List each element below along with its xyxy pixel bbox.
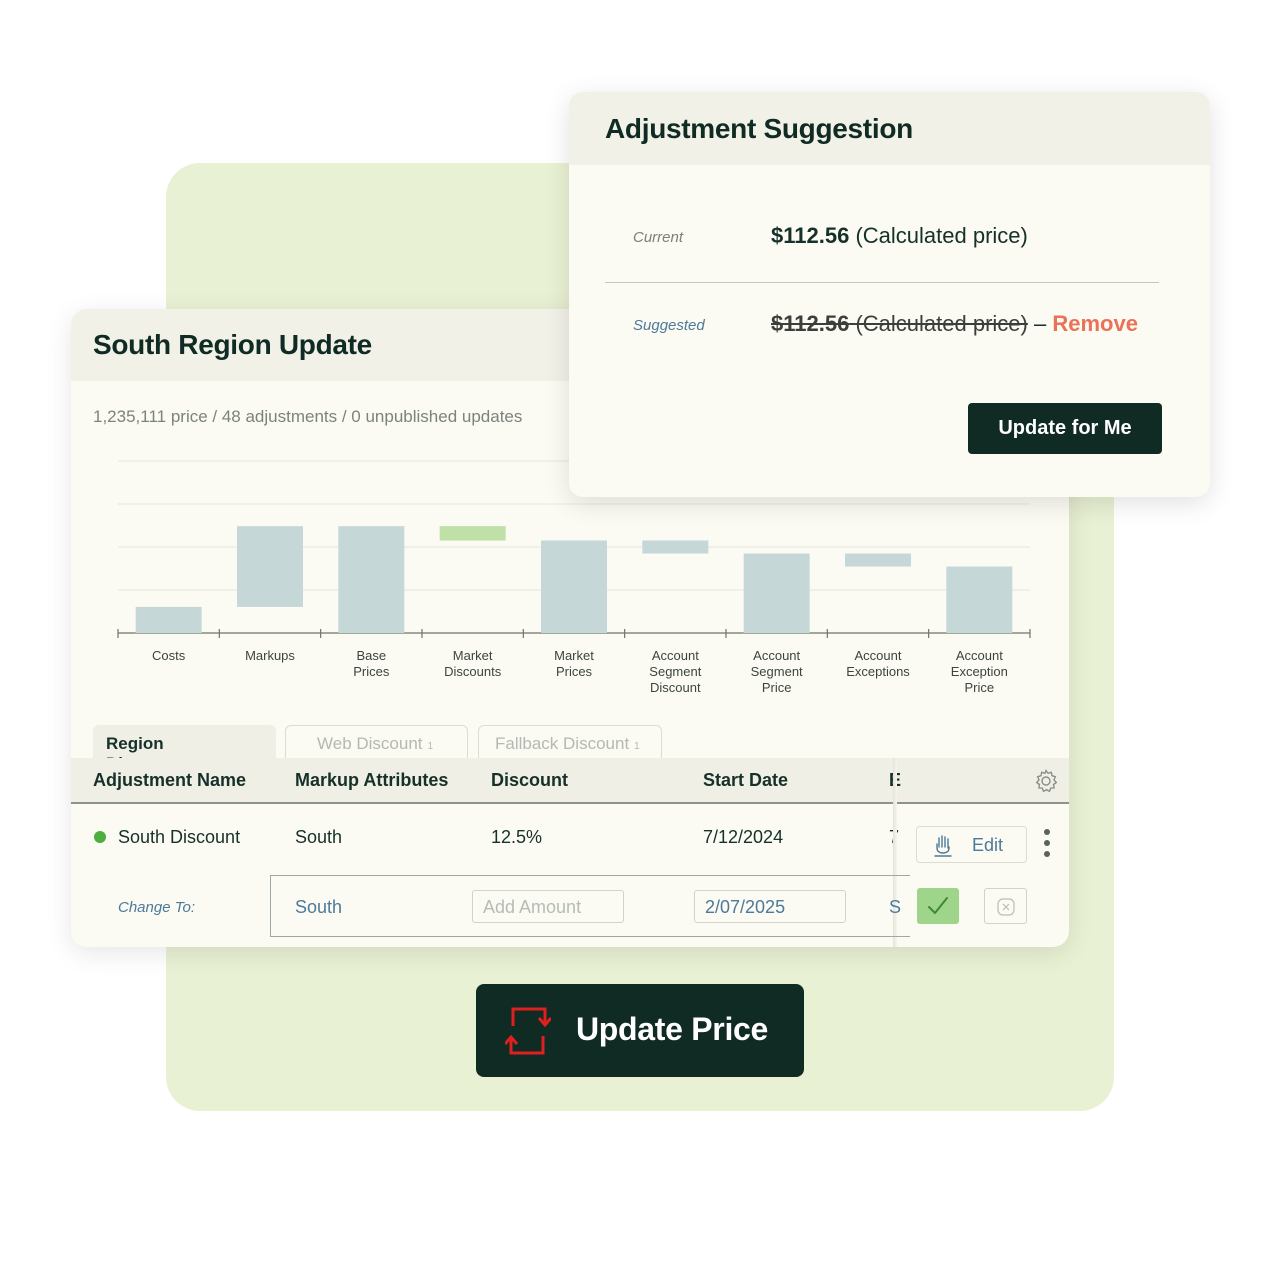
- edit-label: Edit: [972, 835, 1004, 855]
- x-tick-label: Discount: [650, 680, 701, 695]
- remove-link[interactable]: Remove: [1052, 311, 1138, 336]
- tab-label: Web Discount: [317, 734, 423, 753]
- refresh-icon: [505, 1007, 551, 1055]
- chart-bar: [439, 526, 506, 541]
- x-tick-label: Exceptions: [846, 664, 910, 679]
- check-icon: [928, 897, 948, 914]
- column-adjustment-name[interactable]: Adjustment Name: [93, 770, 246, 791]
- suggested-note: (Calculated price): [855, 311, 1028, 336]
- x-tick-label: Markups: [245, 648, 295, 663]
- x-tick-label: Account: [956, 648, 1003, 663]
- gear-icon[interactable]: [1033, 768, 1059, 794]
- cancel-button[interactable]: [984, 888, 1027, 924]
- chart-bar: [135, 606, 202, 633]
- column-start-date[interactable]: Start Date: [703, 770, 788, 791]
- x-tick-label: Market: [453, 648, 493, 663]
- tab-label: Fallback Discount: [495, 734, 630, 753]
- x-tick-label: Base: [357, 648, 387, 663]
- start-date: 7/12/2024: [703, 827, 784, 847]
- markup-attribute: South: [295, 827, 343, 847]
- x-tick-label: Exception: [951, 664, 1008, 679]
- chart-bar: [743, 553, 810, 633]
- x-tick-label: Prices: [556, 664, 593, 679]
- x-tick-label: Account: [753, 648, 800, 663]
- chart-bar: [338, 526, 405, 633]
- change-attribute[interactable]: South: [295, 897, 342, 918]
- card-header: Adjustment Suggestion: [569, 92, 1210, 165]
- adjustment-suggestion-card: Adjustment Suggestion Current $112.56 (C…: [569, 92, 1210, 497]
- x-tick-label: Segment: [751, 664, 803, 679]
- change-to-label: Change To:: [118, 899, 196, 916]
- discount-value: 12.5%: [491, 827, 543, 847]
- x-tick-label: Account: [652, 648, 699, 663]
- tab-count: 1: [427, 741, 434, 752]
- edit-button[interactable]: Edit: [916, 826, 1027, 863]
- start-date-input[interactable]: 2/07/2025: [694, 890, 846, 923]
- tab-region-discounts[interactable]: Region Discounts12: [93, 725, 276, 773]
- status-dot: [94, 831, 106, 843]
- x-tick-label: Price: [965, 680, 995, 695]
- kebab-icon[interactable]: [1044, 829, 1050, 861]
- dash: –: [1033, 311, 1047, 336]
- amount-input[interactable]: Add Amount: [472, 890, 624, 923]
- current-price: $112.56: [771, 223, 850, 248]
- update-price-button[interactable]: Update Price: [476, 984, 804, 1077]
- suggested-price: $112.56: [771, 311, 850, 336]
- current-label: Current: [633, 229, 684, 246]
- column-discount[interactable]: Discount: [491, 770, 568, 791]
- x-tick-label: Segment: [649, 664, 701, 679]
- x-tick-label: Market: [554, 648, 594, 663]
- tab-count: 1: [634, 741, 640, 752]
- current-note: (Calculated price): [855, 223, 1028, 248]
- current-price-line: $112.56 (Calculated price): [771, 223, 1028, 249]
- confirm-button[interactable]: [917, 888, 959, 924]
- close-icon: [997, 898, 1015, 916]
- tab-fallback-discount[interactable]: Fallback Discount 1: [478, 725, 662, 759]
- adjustment-name: South Discount: [118, 827, 241, 847]
- summary-text: 1,235,111 price / 48 adjustments / 0 unp…: [93, 407, 523, 426]
- chart-bar: [237, 526, 303, 607]
- update-for-me-button[interactable]: Update for Me: [968, 403, 1162, 454]
- chart-bar: [946, 566, 1013, 633]
- update-price-label: Update Price: [576, 1011, 769, 1047]
- page-title: South Region Update: [93, 329, 372, 360]
- x-tick-label: Costs: [152, 648, 186, 663]
- suggested-label: Suggested: [633, 317, 705, 334]
- column-markup-attributes[interactable]: Markup Attributes: [295, 770, 448, 791]
- suggestion-title: Adjustment Suggestion: [605, 113, 913, 144]
- tab-web-discount[interactable]: Web Discount 1: [285, 725, 468, 759]
- x-tick-label: Price: [762, 680, 792, 695]
- chart-bar: [541, 540, 607, 633]
- end-date-clipped: S: [889, 897, 902, 917]
- x-tick-label: Account: [855, 648, 902, 663]
- x-tick-label: Prices: [353, 664, 390, 679]
- hand-icon: [934, 835, 952, 857]
- table-header: Adjustment Name Markup Attributes Discou…: [71, 758, 1069, 804]
- suggested-price-line: $112.56 (Calculated price) – Remove: [771, 311, 1138, 337]
- chart-bar: [642, 540, 709, 554]
- divider: [605, 282, 1159, 283]
- x-tick-label: Discounts: [444, 664, 502, 679]
- chart-bar: [845, 553, 911, 567]
